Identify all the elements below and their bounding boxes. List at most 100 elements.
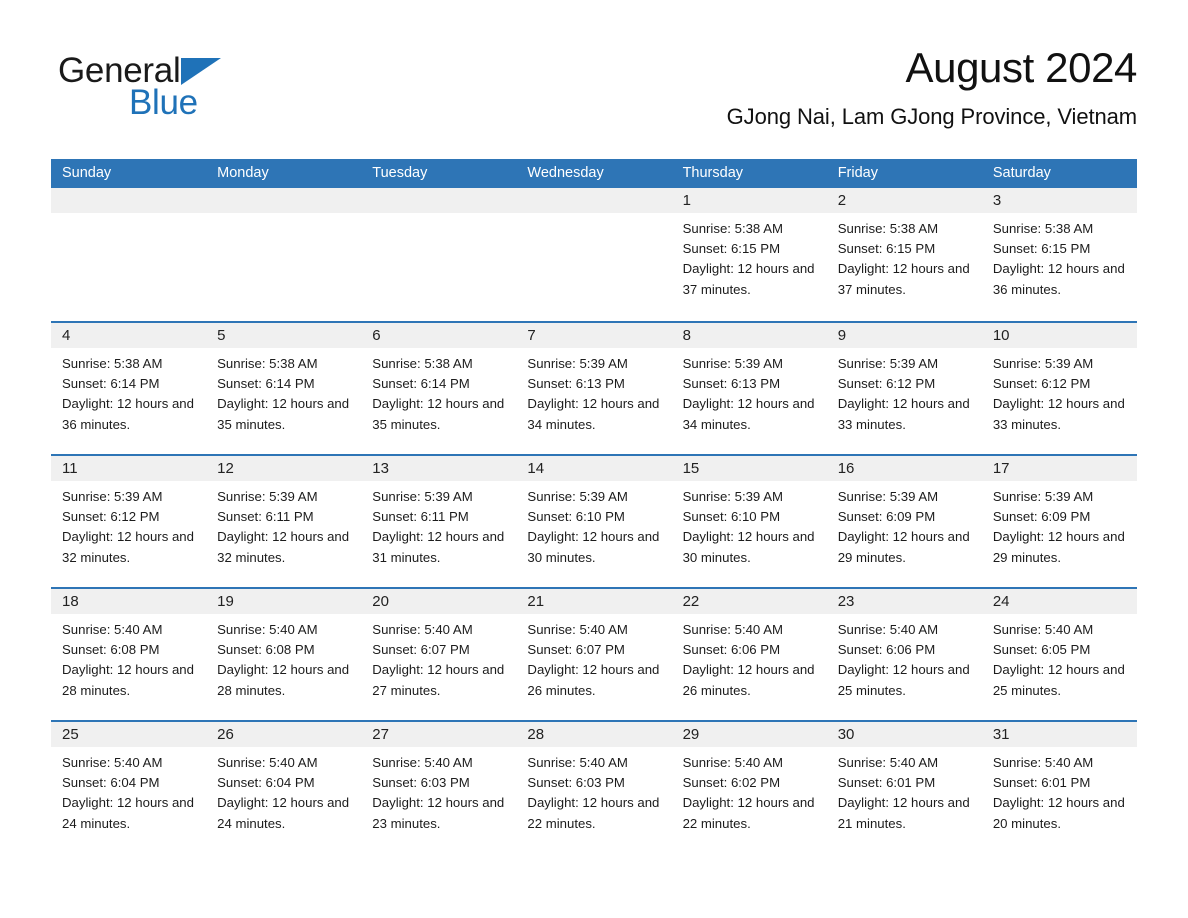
day-number: 16 — [837, 460, 855, 477]
day-number-band: 8 — [671, 323, 827, 348]
daylight-text: Daylight: 12 hours and 37 minutes. — [682, 261, 815, 297]
day-number-band: 2 — [826, 188, 982, 213]
day-details: Sunrise: 5:38 AM Sunset: 6:15 PM Daylight:… — [672, 213, 827, 300]
day-cell[interactable]: 3 Sunrise: 5:38 AM Sunset: 6:15 PM Daylight… — [981, 188, 1137, 321]
week-row: 25 Sunrise: 5:40 AM Sunset: 6:04 PM Dayligh… — [51, 720, 1137, 853]
day-number: 27 — [372, 726, 389, 743]
day-cell[interactable]: 9 Sunrise: 5:39 AM Sunset: 6:12 PM Daylight… — [826, 323, 982, 454]
day-details: Sunrise: 5:39 AM Sunset: 6:10 PM Daylight:… — [516, 481, 671, 568]
sunrise-text: Sunrise: 5:38 AM — [217, 356, 318, 371]
week-row: 1 Sunrise: 5:38 AM Sunset: 6:15 PM Daylight… — [51, 188, 1137, 321]
day-cell[interactable]: 12 Sunrise: 5:39 AM Sunset: 6:11 PM Dayligh… — [206, 456, 362, 587]
sunset-text: Sunset: 6:01 PM — [837, 775, 936, 791]
sunset-text: Sunset: 6:05 PM — [992, 642, 1091, 658]
day-cell[interactable]: 29 Sunrise: 5:40 AM Sunset: 6:02 PM Dayligh… — [671, 722, 827, 853]
day-cell[interactable]: 27 Sunrise: 5:40 AM Sunset: 6:03 PM Dayligh… — [361, 722, 517, 853]
day-number-band: 21 — [516, 589, 672, 614]
day-cell[interactable]: 31 Sunrise: 5:40 AM Sunset: 6:01 PM Dayligh… — [981, 722, 1137, 853]
weekday-header-friday: Friday — [837, 165, 878, 181]
calendar-weeks: 1 Sunrise: 5:38 AM Sunset: 6:15 PM Daylight… — [51, 188, 1137, 853]
sunset-text: Sunset: 6:08 PM — [217, 642, 315, 658]
sunrise-text: Sunrise: 5:39 AM — [837, 489, 939, 504]
day-cell[interactable]: 19 Sunrise: 5:40 AM Sunset: 6:08 PM Dayligh… — [206, 589, 362, 720]
day-details: Sunrise: 5:38 AM Sunset: 6:15 PM Daylight:… — [982, 213, 1137, 300]
sunset-text: Sunset: 6:03 PM — [527, 775, 625, 791]
day-number: 19 — [217, 593, 234, 610]
day-cell[interactable]: 17 Sunrise: 5:39 AM Sunset: 6:09 PM Dayligh… — [981, 456, 1137, 587]
title-block: August 2024 GJong Nai, Lam GJong Provinc… — [727, 42, 1138, 132]
day-number-band — [51, 188, 207, 213]
day-cell[interactable]: 10 Sunrise: 5:39 AM Sunset: 6:12 PM Dayligh… — [981, 323, 1137, 454]
day-details: Sunrise: 5:40 AM Sunset: 6:05 PM Daylight:… — [982, 614, 1137, 701]
sunset-text: Sunset: 6:10 PM — [682, 509, 781, 525]
blue-triangle-icon — [181, 58, 222, 85]
weekday-header-sunday: Sunday — [62, 165, 112, 181]
day-number: 24 — [992, 593, 1010, 610]
day-cell[interactable]: 4 Sunrise: 5:38 AM Sunset: 6:14 PM Daylight… — [51, 323, 207, 454]
sunrise-text: Sunrise: 5:39 AM — [372, 489, 473, 504]
day-cell[interactable]: 22 Sunrise: 5:40 AM Sunset: 6:06 PM Dayligh… — [671, 589, 827, 720]
weekday-header-thursday: Thursday — [682, 165, 744, 181]
sunset-text: Sunset: 6:09 PM — [837, 509, 936, 525]
day-number-band: 13 — [361, 456, 517, 481]
day-cell[interactable]: 5 Sunrise: 5:38 AM Sunset: 6:14 PM Daylight… — [206, 323, 362, 454]
daylight-text: Daylight: 12 hours and 32 minutes. — [62, 529, 194, 565]
sunset-text: Sunset: 6:04 PM — [62, 775, 160, 791]
daylight-text: Daylight: 12 hours and 32 minutes. — [217, 529, 350, 565]
day-cell-empty — [51, 188, 207, 321]
day-cell[interactable]: 11 Sunrise: 5:39 AM Sunset: 6:12 PM Dayligh… — [51, 456, 207, 587]
day-number-band: 10 — [981, 323, 1137, 348]
day-cell[interactable]: 7 Sunrise: 5:39 AM Sunset: 6:13 PM Daylight… — [516, 323, 672, 454]
weekday-header-row: Sunday Monday Tuesday Wednesday Thursday Frid… — [51, 159, 1137, 188]
daylight-text: Daylight: 12 hours and 21 minutes. — [837, 795, 970, 831]
day-number: 26 — [217, 726, 234, 743]
day-cell-empty — [361, 188, 517, 321]
sunrise-text: Sunrise: 5:39 AM — [682, 356, 783, 371]
brand-logo[interactable]: General Blue — [58, 52, 288, 132]
daylight-text: Daylight: 12 hours and 22 minutes. — [682, 795, 815, 831]
weekday-header-monday: Monday — [217, 165, 269, 181]
sunset-text: Sunset: 6:14 PM — [62, 376, 160, 392]
day-number-band: 14 — [516, 456, 672, 481]
sunrise-text: Sunrise: 5:40 AM — [372, 622, 473, 637]
daylight-text: Daylight: 12 hours and 26 minutes. — [527, 662, 660, 698]
day-cell[interactable]: 25 Sunrise: 5:40 AM Sunset: 6:04 PM Dayligh… — [51, 722, 207, 853]
day-details: Sunrise: 5:40 AM Sunset: 6:04 PM Daylight:… — [206, 747, 361, 834]
day-details: Sunrise: 5:39 AM Sunset: 6:13 PM Daylight:… — [672, 348, 827, 435]
day-cell[interactable]: 20 Sunrise: 5:40 AM Sunset: 6:07 PM Dayligh… — [361, 589, 517, 720]
day-number: 25 — [62, 726, 79, 743]
sunrise-text: Sunrise: 5:39 AM — [682, 489, 783, 504]
day-cell[interactable]: 23 Sunrise: 5:40 AM Sunset: 6:06 PM Dayligh… — [826, 589, 982, 720]
day-cell[interactable]: 15 Sunrise: 5:39 AM Sunset: 6:10 PM Dayligh… — [671, 456, 827, 587]
page-header: General Blue August 2024 GJong Nai, Lam … — [51, 42, 1137, 142]
day-details: Sunrise: 5:39 AM Sunset: 6:12 PM Daylight:… — [827, 348, 982, 435]
sunset-text: Sunset: 6:12 PM — [62, 509, 160, 525]
day-cell[interactable]: 6 Sunrise: 5:38 AM Sunset: 6:14 PM Daylight… — [361, 323, 517, 454]
daylight-text: Daylight: 12 hours and 35 minutes. — [217, 396, 350, 432]
daylight-text: Daylight: 12 hours and 22 minutes. — [527, 795, 660, 831]
sunrise-text: Sunrise: 5:40 AM — [837, 622, 939, 637]
day-cell[interactable]: 28 Sunrise: 5:40 AM Sunset: 6:03 PM Dayligh… — [516, 722, 672, 853]
day-number-band — [206, 188, 362, 213]
day-cell[interactable]: 21 Sunrise: 5:40 AM Sunset: 6:07 PM Dayligh… — [516, 589, 672, 720]
day-number: 22 — [682, 593, 700, 610]
daylight-text: Daylight: 12 hours and 28 minutes. — [217, 662, 350, 698]
day-cell[interactable]: 1 Sunrise: 5:38 AM Sunset: 6:15 PM Daylight… — [671, 188, 827, 321]
sunrise-text: Sunrise: 5:38 AM — [837, 221, 939, 236]
day-cell[interactable]: 14 Sunrise: 5:39 AM Sunset: 6:10 PM Dayligh… — [516, 456, 672, 587]
day-number: 15 — [682, 460, 700, 477]
day-details: Sunrise: 5:39 AM Sunset: 6:09 PM Daylight:… — [982, 481, 1137, 568]
sunrise-text: Sunrise: 5:40 AM — [992, 755, 1094, 770]
day-cell[interactable]: 18 Sunrise: 5:40 AM Sunset: 6:08 PM Dayligh… — [51, 589, 207, 720]
daylight-text: Daylight: 12 hours and 34 minutes. — [527, 396, 660, 432]
day-cell[interactable]: 13 Sunrise: 5:39 AM Sunset: 6:11 PM Dayligh… — [361, 456, 517, 587]
day-cell[interactable]: 16 Sunrise: 5:39 AM Sunset: 6:09 PM Dayligh… — [826, 456, 982, 587]
day-cell[interactable]: 26 Sunrise: 5:40 AM Sunset: 6:04 PM Dayligh… — [206, 722, 362, 853]
day-cell[interactable]: 2 Sunrise: 5:38 AM Sunset: 6:15 PM Daylight… — [826, 188, 982, 321]
day-cell[interactable]: 24 Sunrise: 5:40 AM Sunset: 6:05 PM Dayligh… — [981, 589, 1137, 720]
day-number-band: 15 — [671, 456, 827, 481]
sunset-text: Sunset: 6:14 PM — [217, 376, 315, 392]
day-cell[interactable]: 8 Sunrise: 5:39 AM Sunset: 6:13 PM Daylight… — [671, 323, 827, 454]
day-number: 7 — [527, 327, 536, 344]
day-cell[interactable]: 30 Sunrise: 5:40 AM Sunset: 6:01 PM Dayligh… — [826, 722, 982, 853]
